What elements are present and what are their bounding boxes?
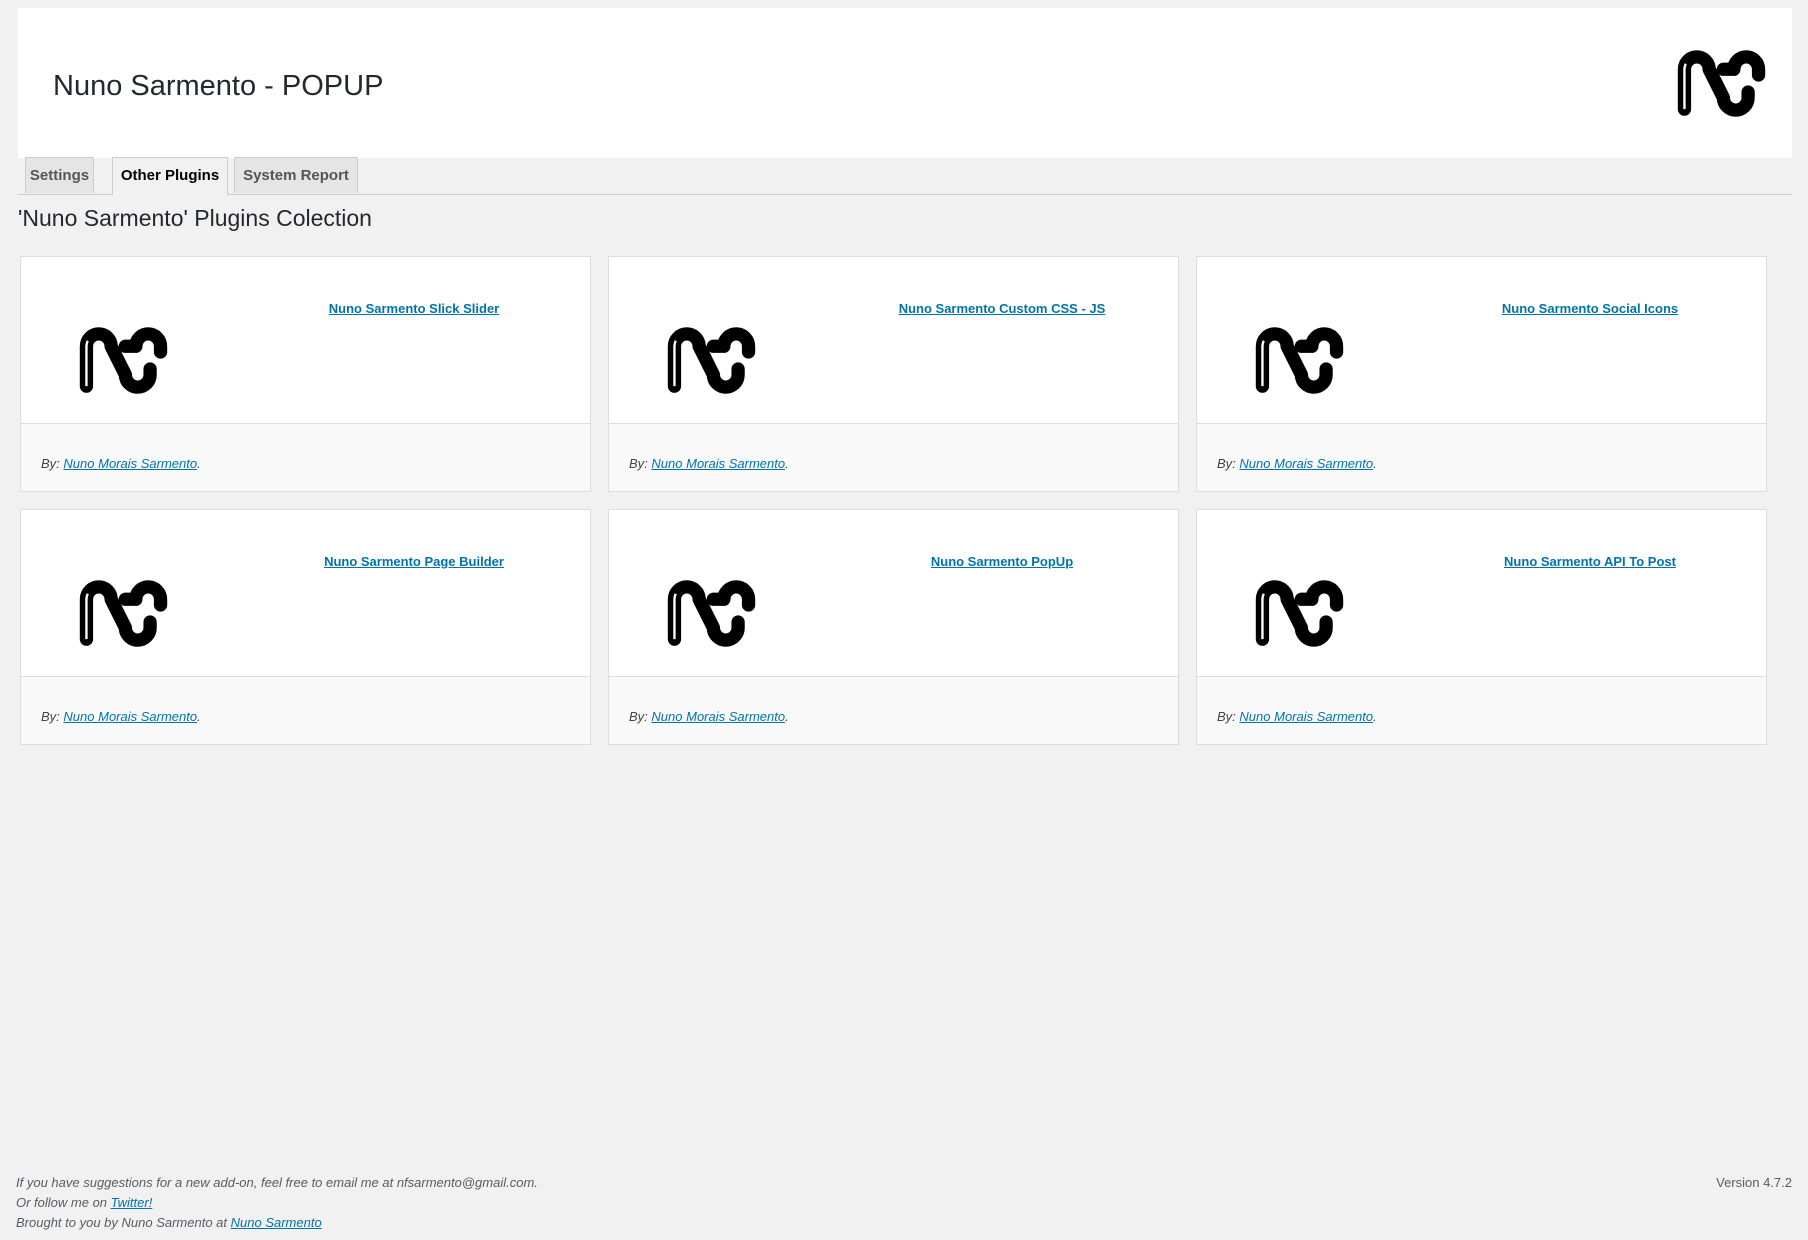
plugin-card: Nuno Sarmento Social Icons By: Nuno Mora… bbox=[1196, 256, 1767, 492]
ns-logo-icon bbox=[1674, 47, 1769, 120]
credit-line: Brought to you by Nuno Sarmento at Nuno … bbox=[16, 1213, 538, 1233]
plugin-title-link[interactable]: Nuno Sarmento Custom CSS - JS bbox=[849, 300, 1155, 318]
twitter-link[interactable]: Twitter! bbox=[111, 1195, 153, 1210]
plugin-title-link[interactable]: Nuno Sarmento Social Icons bbox=[1437, 300, 1743, 318]
ns-logo-icon bbox=[1252, 577, 1347, 650]
by-label: By: bbox=[1217, 709, 1236, 724]
plugin-card-body: Nuno Sarmento Social Icons bbox=[1197, 257, 1766, 423]
tab-bar: Settings Other Plugins System Report bbox=[18, 157, 1792, 195]
ns-logo-icon bbox=[76, 577, 171, 650]
plugin-card: Nuno Sarmento Custom CSS - JS By: Nuno M… bbox=[608, 256, 1179, 492]
author-link[interactable]: Nuno Morais Sarmento bbox=[651, 456, 785, 471]
author-line: By: Nuno Morais Sarmento. bbox=[1217, 709, 1377, 725]
plugin-card-footer: By: Nuno Morais Sarmento. bbox=[609, 676, 1178, 744]
author-line: By: Nuno Morais Sarmento. bbox=[41, 709, 201, 725]
by-label: By: bbox=[629, 456, 648, 471]
author-suffix: . bbox=[197, 456, 201, 471]
by-label: By: bbox=[41, 456, 60, 471]
author-link[interactable]: Nuno Morais Sarmento bbox=[1239, 709, 1373, 724]
plugin-card-body: Nuno Sarmento API To Post bbox=[1197, 510, 1766, 676]
plugin-card-body: Nuno Sarmento Page Builder bbox=[21, 510, 590, 676]
author-line: By: Nuno Morais Sarmento. bbox=[1217, 456, 1377, 472]
author-suffix: . bbox=[785, 456, 789, 471]
plugin-card: Nuno Sarmento Slick Slider By: Nuno Mora… bbox=[20, 256, 591, 492]
plugin-card-footer: By: Nuno Morais Sarmento. bbox=[21, 423, 590, 491]
plugin-card-footer: By: Nuno Morais Sarmento. bbox=[1197, 423, 1766, 491]
plugin-card-body: Nuno Sarmento PopUp bbox=[609, 510, 1178, 676]
author-line: By: Nuno Morais Sarmento. bbox=[629, 456, 789, 472]
plugin-title-link[interactable]: Nuno Sarmento Page Builder bbox=[261, 553, 567, 571]
ns-logo-icon bbox=[664, 577, 759, 650]
tab-other-plugins[interactable]: Other Plugins bbox=[112, 157, 228, 195]
plugin-card: Nuno Sarmento PopUp By: Nuno Morais Sarm… bbox=[608, 509, 1179, 745]
tab-system-report[interactable]: System Report bbox=[234, 157, 358, 193]
plugin-title-link[interactable]: Nuno Sarmento API To Post bbox=[1437, 553, 1743, 571]
author-line: By: Nuno Morais Sarmento. bbox=[629, 709, 789, 725]
author-suffix: . bbox=[197, 709, 201, 724]
author-link[interactable]: Nuno Morais Sarmento bbox=[63, 709, 197, 724]
follow-text: Or follow me on bbox=[16, 1195, 111, 1210]
credit-text: Brought to you by Nuno Sarmento at bbox=[16, 1215, 231, 1230]
admin-footer-text: If you have suggestions for a new add-on… bbox=[16, 1173, 538, 1233]
page-title: Nuno Sarmento - POPUP bbox=[53, 70, 384, 102]
ns-logo-icon bbox=[1252, 324, 1347, 397]
plugin-card-body: Nuno Sarmento Custom CSS - JS bbox=[609, 257, 1178, 423]
author-line: By: Nuno Morais Sarmento. bbox=[41, 456, 201, 472]
plugin-header: Nuno Sarmento - POPUP bbox=[18, 8, 1792, 158]
follow-line: Or follow me on Twitter! bbox=[16, 1193, 538, 1213]
ns-logo-icon bbox=[76, 324, 171, 397]
plugin-title-link[interactable]: Nuno Sarmento Slick Slider bbox=[261, 300, 567, 318]
author-link[interactable]: Nuno Morais Sarmento bbox=[651, 709, 785, 724]
plugin-card: Nuno Sarmento Page Builder By: Nuno Mora… bbox=[20, 509, 591, 745]
suggestion-text: If you have suggestions for a new add-on… bbox=[16, 1175, 538, 1190]
by-label: By: bbox=[41, 709, 60, 724]
plugin-card-footer: By: Nuno Morais Sarmento. bbox=[609, 423, 1178, 491]
author-link[interactable]: Nuno Morais Sarmento bbox=[63, 456, 197, 471]
plugin-title-link[interactable]: Nuno Sarmento PopUp bbox=[849, 553, 1155, 571]
by-label: By: bbox=[1217, 456, 1236, 471]
plugin-card-footer: By: Nuno Morais Sarmento. bbox=[1197, 676, 1766, 744]
version-label: Version 4.7.2 bbox=[1716, 1175, 1792, 1190]
author-link[interactable]: Nuno Morais Sarmento bbox=[1239, 456, 1373, 471]
tab-settings[interactable]: Settings bbox=[25, 157, 94, 193]
plugin-card: Nuno Sarmento API To Post By: Nuno Morai… bbox=[1196, 509, 1767, 745]
author-suffix: . bbox=[785, 709, 789, 724]
author-suffix: . bbox=[1373, 709, 1377, 724]
ns-logo-icon bbox=[664, 324, 759, 397]
section-heading: 'Nuno Sarmento' Plugins Colection bbox=[18, 205, 372, 231]
author-site-link[interactable]: Nuno Sarmento bbox=[231, 1215, 322, 1230]
by-label: By: bbox=[629, 709, 648, 724]
author-suffix: . bbox=[1373, 456, 1377, 471]
plugin-card-body: Nuno Sarmento Slick Slider bbox=[21, 257, 590, 423]
plugin-card-footer: By: Nuno Morais Sarmento. bbox=[21, 676, 590, 744]
